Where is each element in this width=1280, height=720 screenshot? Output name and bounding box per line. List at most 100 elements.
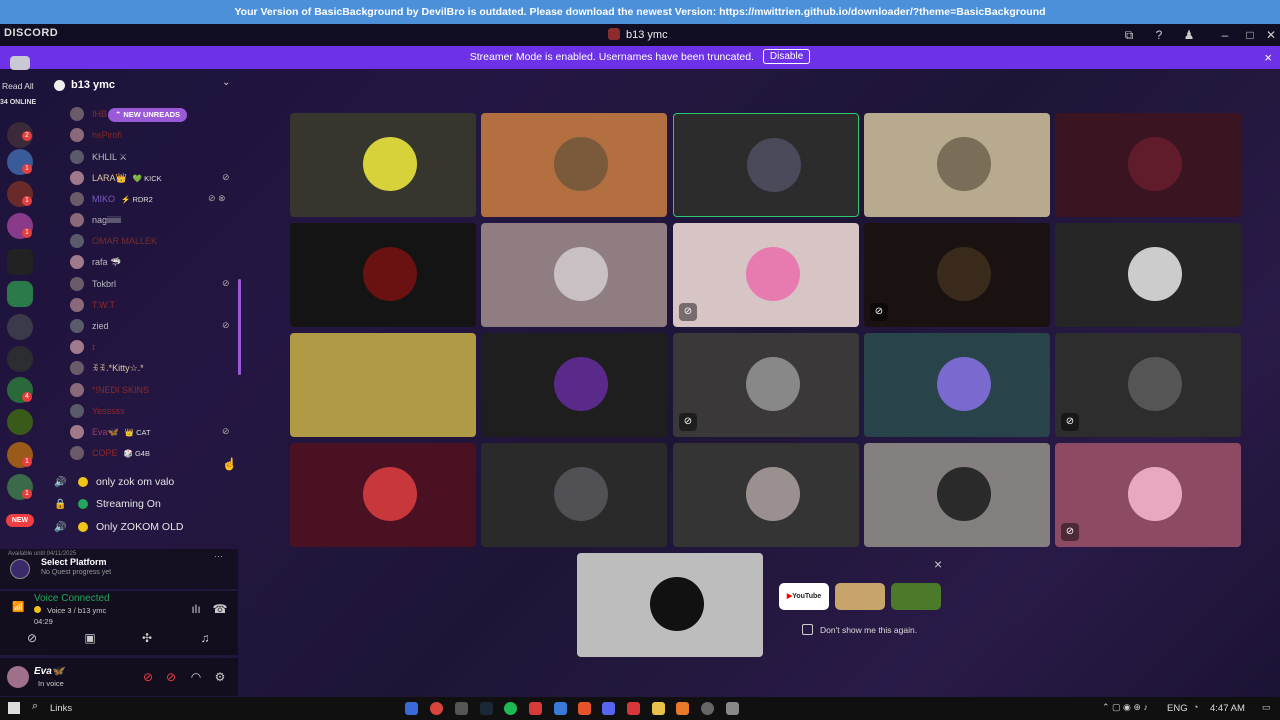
voice-member[interactable]: OMAR MALLEK (70, 232, 157, 250)
server-icon[interactable] (7, 314, 33, 340)
voice-member[interactable]: zied (70, 317, 109, 335)
popup-close-icon[interactable]: × (934, 556, 942, 572)
participant-tile[interactable] (481, 223, 667, 327)
inbox-icon[interactable]: ⧉ (1120, 26, 1138, 44)
start-icon[interactable] (8, 702, 20, 714)
participant-tile[interactable]: ⊘ (673, 223, 859, 327)
voice-member[interactable]: nagiiiiiii (70, 211, 121, 229)
discord-taskbar-icon[interactable] (602, 702, 615, 715)
stream-preview-tile[interactable] (577, 553, 763, 657)
wifi-icon[interactable]: ◔ (1193, 702, 1198, 712)
taskbar-app-icon[interactable] (405, 702, 418, 715)
participant-tile[interactable] (673, 113, 859, 217)
scrollbar[interactable] (238, 279, 241, 375)
voice-member[interactable]: *!NEDI SKINS (70, 381, 149, 399)
taskbar-app-icon[interactable] (627, 702, 640, 715)
headphones-icon[interactable]: ◠ (186, 667, 206, 687)
voice-channel[interactable]: 🔒 Streaming On (54, 494, 161, 514)
microphone-off-icon[interactable]: ⊘ (161, 667, 181, 687)
clock[interactable]: 4:47 AM (1210, 703, 1245, 714)
camera-off-icon[interactable]: ⊘ (22, 628, 42, 648)
participant-tile[interactable] (481, 113, 667, 217)
voice-member[interactable]: COPE 🎲 G4B (70, 444, 150, 462)
disable-streamer-button[interactable]: Disable (762, 49, 811, 64)
username[interactable]: Eva🦋 (34, 666, 64, 677)
taskbar-app-icon[interactable] (554, 702, 567, 715)
quest-panel[interactable]: Available until 04/11/2025 Select Platfo… (0, 549, 238, 589)
participant-tile[interactable] (673, 443, 859, 547)
avatar[interactable] (7, 666, 29, 688)
server-icon[interactable] (7, 346, 33, 372)
help-icon[interactable]: ? (1150, 26, 1168, 44)
voice-member[interactable]: Eva🦋 👑 CAT (70, 423, 151, 441)
activity-app-button[interactable] (891, 583, 941, 610)
voice-member[interactable]: IHB (70, 105, 107, 123)
participant-tile[interactable] (1055, 223, 1241, 327)
activity-app-button[interactable] (835, 583, 885, 610)
voice-member[interactable]: Yesssss (70, 402, 125, 420)
participant-tile[interactable] (864, 443, 1050, 547)
soundboard-icon[interactable]: ♫ (195, 628, 215, 648)
server-icon[interactable] (7, 409, 33, 435)
taskbar-search-label[interactable]: Links (50, 703, 72, 714)
plugin-icon[interactable]: ♟ (1180, 26, 1198, 44)
voice-member[interactable]: LARA👑 💚 KICK (70, 169, 162, 187)
plugin-update-banner[interactable]: Your Version of BasicBackground by Devil… (0, 0, 1280, 24)
participant-tile[interactable] (290, 113, 476, 217)
mute-icon[interactable]: ⊘ (138, 667, 158, 687)
voice-member[interactable]: hsPirofi (70, 126, 122, 144)
voice-channel-name[interactable]: Voice 3 / b13 ymc (34, 606, 106, 615)
steam-icon[interactable] (480, 702, 493, 715)
chevron-down-icon[interactable]: ⌄ (222, 77, 230, 88)
chrome-icon[interactable] (430, 702, 443, 715)
noise-suppression-icon[interactable]: ılı (186, 599, 206, 619)
participant-tile[interactable] (290, 223, 476, 327)
language-indicator[interactable]: ENG (1167, 703, 1188, 714)
participant-tile[interactable] (1055, 113, 1241, 217)
voice-member[interactable]: MIKO ⚡ RDR2 (70, 190, 153, 208)
folder-icon[interactable] (652, 702, 665, 715)
participant-tile[interactable] (290, 443, 476, 547)
search-icon[interactable]: ⌕ (32, 700, 38, 713)
disconnect-icon[interactable]: ☎ (210, 599, 230, 619)
server-name[interactable]: b13 ymc (71, 79, 115, 91)
participant-tile[interactable]: ⊘ (673, 333, 859, 437)
server-icon[interactable] (7, 249, 33, 275)
participant-tile[interactable]: ⊘ (1055, 333, 1241, 437)
taskbar-app-icon[interactable] (455, 702, 468, 715)
participant-tile[interactable] (481, 443, 667, 547)
voice-member[interactable]: rafa 🦈 (70, 253, 121, 271)
window-close-icon[interactable]: ✕ (1262, 26, 1280, 44)
taskbar-app-icon[interactable] (578, 702, 591, 715)
voice-member[interactable]: ɪ (70, 338, 95, 356)
notification-icon[interactable]: ▭ (1262, 702, 1271, 713)
participant-tile[interactable] (290, 333, 476, 437)
new-unreads-pill[interactable]: ⌃ NEW UNREADS (108, 108, 188, 122)
participant-tile[interactable]: ⊘ (864, 223, 1050, 327)
participant-tile[interactable] (864, 333, 1050, 437)
quest-more-button[interactable]: ··· (214, 551, 223, 561)
gear-icon[interactable]: ⚙ (210, 667, 230, 687)
close-notice-icon[interactable]: × (1264, 46, 1272, 69)
voice-channel[interactable]: 🔊 only zok om valo (54, 472, 174, 492)
voice-member[interactable]: ꉂꉂ.*Kitty☆.* (70, 359, 144, 377)
voice-status[interactable]: Voice Connected (34, 593, 110, 604)
discord-home-icon[interactable] (10, 56, 30, 70)
taskbar-app-icon[interactable] (701, 702, 714, 715)
spotify-icon[interactable] (504, 702, 517, 715)
voice-member[interactable]: Tokbrl (70, 275, 116, 293)
taskbar-app-icon[interactable] (676, 702, 689, 715)
dont-show-checkbox[interactable] (802, 624, 813, 635)
voice-member[interactable]: T.W.T (70, 296, 115, 314)
tray-icons[interactable]: ⌃ ▢ ◉ ⊕ ♪ (1102, 702, 1148, 713)
maximize-icon[interactable]: □ (1241, 26, 1259, 44)
taskbar-app-icon[interactable] (529, 702, 542, 715)
voice-channel[interactable]: 🔊 Only ZOKOM OLD (54, 517, 184, 537)
read-all-button[interactable]: Read All (2, 81, 34, 91)
minimize-icon[interactable]: – (1216, 26, 1234, 44)
youtube-app-button[interactable]: ▶YouTube (779, 583, 829, 610)
activities-icon[interactable]: ✣ (137, 628, 157, 648)
screen-share-icon[interactable]: ▣ (80, 628, 100, 648)
participant-tile[interactable] (481, 333, 667, 437)
participant-tile[interactable] (864, 113, 1050, 217)
